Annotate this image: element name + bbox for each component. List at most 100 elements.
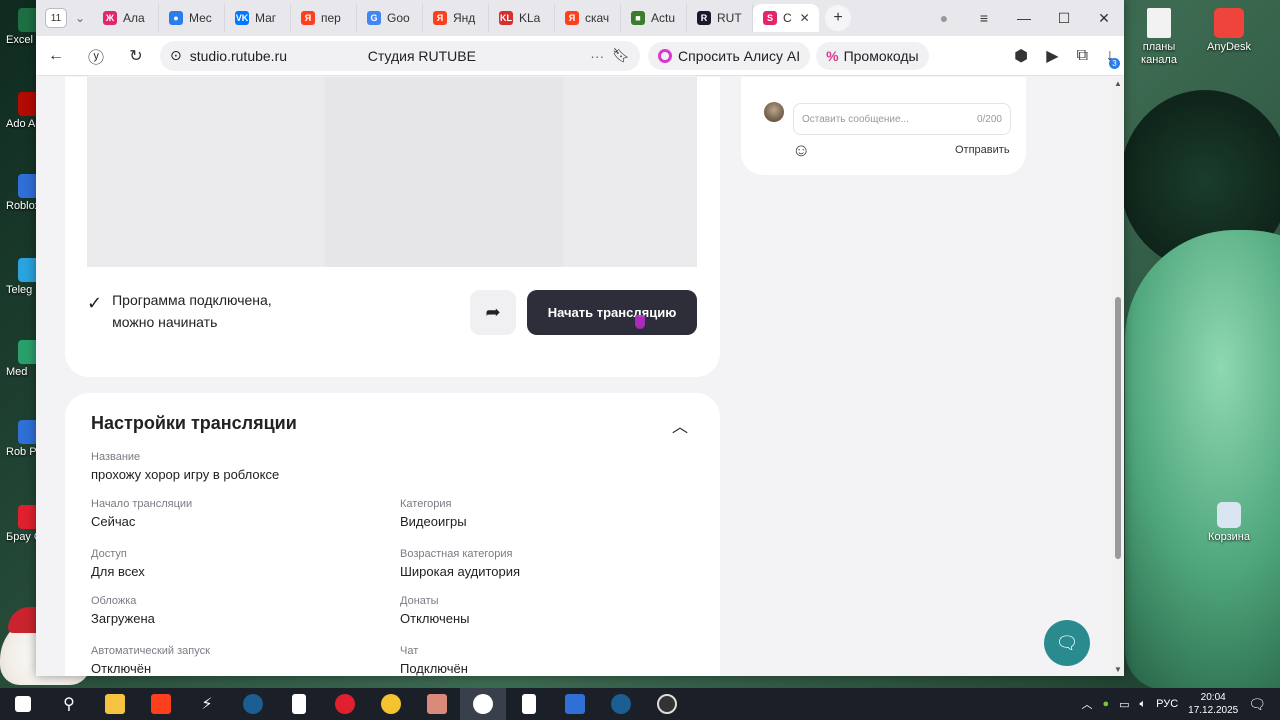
- site-info-icon[interactable]: ⊙: [170, 47, 182, 64]
- promo-button[interactable]: % Промокоды: [816, 41, 929, 70]
- browser-tab[interactable]: R RUT: [687, 4, 753, 32]
- preview-band: [563, 77, 697, 267]
- browser-tab[interactable]: Яскач: [555, 4, 621, 32]
- media-play-icon[interactable]: ▶: [1046, 46, 1058, 66]
- field-donations: Донаты Отключены: [400, 595, 469, 626]
- taskbar-file[interactable]: [276, 688, 322, 720]
- scroll-thumb[interactable]: [1115, 297, 1121, 559]
- chevron-up-icon[interactable]: ︿: [672, 413, 688, 437]
- field-chat: Чат Подключён: [400, 645, 468, 676]
- yandex-icon[interactable]: ⓨ: [76, 44, 116, 68]
- page-scrollbar[interactable]: ▲ ▼: [1112, 77, 1124, 676]
- taskbar-roblox[interactable]: [552, 688, 598, 720]
- field-value: Сейчас: [91, 514, 136, 529]
- bookmark-icon[interactable]: 🔖︎: [612, 47, 630, 64]
- status-line-1: Программа подключена,: [112, 292, 272, 308]
- more-icon[interactable]: ···: [590, 48, 604, 64]
- desktop-icon-recycle-bin[interactable]: Корзина: [1194, 502, 1264, 544]
- taskbar-explorer[interactable]: [92, 688, 138, 720]
- browser-tab[interactable]: ■ Actu: [621, 4, 687, 32]
- new-tab-button[interactable]: +: [825, 5, 851, 31]
- taskbar-obs[interactable]: [644, 688, 690, 720]
- desktop-icon-label: Teleg: [6, 284, 33, 296]
- desktop-icon-telegram[interactable]: Teleg: [6, 258, 36, 296]
- tab-favicon-icon: Я: [301, 11, 315, 25]
- taskbar-notepad[interactable]: [506, 688, 552, 720]
- taskbar-bolt[interactable]: ⚡︎: [184, 688, 230, 720]
- toolbar-right: ⬢ ▶ ⧉ ↓ 3: [1014, 36, 1120, 76]
- chat-message-input[interactable]: Оставить сообщение... 0/200: [793, 103, 1011, 135]
- start-button[interactable]: [0, 688, 46, 720]
- taskbar-image-app[interactable]: [414, 688, 460, 720]
- taskbar-opera[interactable]: [322, 688, 368, 720]
- send-button[interactable]: Отправить: [955, 144, 1010, 156]
- network-icon[interactable]: ▭: [1119, 698, 1129, 711]
- language-indicator[interactable]: РУС: [1156, 698, 1178, 710]
- extension-icon[interactable]: ⬢: [1014, 46, 1028, 66]
- browser-tab[interactable]: G Goo: [357, 4, 423, 32]
- preview-band: [87, 77, 325, 267]
- share-button[interactable]: ➦: [470, 290, 516, 335]
- reload-button[interactable]: ↻: [116, 46, 156, 66]
- taskbar-steam-2[interactable]: [598, 688, 644, 720]
- chat-bubble-icon: 🗨︎: [1055, 632, 1079, 653]
- chat-placeholder: Оставить сообщение...: [802, 113, 909, 125]
- desktop-icon-opera[interactable]: Брау Op: [6, 505, 36, 543]
- tab-favicon-icon: Ж: [103, 11, 117, 25]
- field-label: Категория: [400, 498, 452, 510]
- tab-favicon-icon: VK: [235, 11, 249, 25]
- desktop-icon-roblox[interactable]: Roblox: [6, 174, 36, 212]
- desktop-icon-roblox-player[interactable]: Rob Pla: [6, 420, 36, 458]
- emoji-icon[interactable]: ☺: [792, 140, 810, 161]
- notifications-icon[interactable]: 🗨︎: [1248, 696, 1266, 713]
- close-tab-icon[interactable]: ✕: [800, 11, 810, 25]
- tray-app-icon[interactable]: ●: [1102, 698, 1109, 710]
- tab-count-button[interactable]: 11: [45, 8, 67, 28]
- status-text: Программа подключена, можно начинать: [112, 289, 322, 333]
- close-window-button[interactable]: ✕: [1084, 10, 1124, 27]
- taskbar-yandex-browser[interactable]: [460, 688, 506, 720]
- desktop-icon-acrobat[interactable]: Ado Acro: [6, 92, 36, 130]
- scroll-up-icon[interactable]: ▲: [1114, 79, 1122, 88]
- tray-expand-icon[interactable]: ︿: [1081, 696, 1092, 712]
- studio-page: ✓ Программа подключена, можно начинать ➦…: [36, 77, 1112, 676]
- search-button[interactable]: ⚲: [46, 688, 92, 720]
- scroll-down-icon[interactable]: ▼: [1114, 665, 1122, 674]
- browser-tab[interactable]: Япер: [291, 4, 357, 32]
- desktop-icon-anydesk[interactable]: AnyDesk: [1194, 8, 1264, 54]
- desktop-icon-media[interactable]: Med: [6, 340, 36, 378]
- back-button[interactable]: ←: [36, 47, 76, 65]
- taskbar-steam[interactable]: [230, 688, 276, 720]
- file-icon: [1147, 8, 1171, 38]
- address-bar[interactable]: ⊙ studio.rutube.ru Студия RUTUBE ··· 🔖︎: [160, 40, 640, 71]
- tab-label: Янд: [453, 11, 476, 25]
- menu-button[interactable]: ≡: [964, 10, 1004, 26]
- volume-icon[interactable]: 🔈︎: [1140, 698, 1147, 711]
- chevron-down-icon[interactable]: ⌄: [67, 11, 93, 25]
- browser-tab[interactable]: VK Маг: [225, 4, 291, 32]
- desktop-icon-excel[interactable]: Excel: [6, 8, 36, 46]
- profile-icon[interactable]: ●: [924, 10, 964, 26]
- ask-alisa-label: Спросить Алису AI: [678, 47, 801, 64]
- ask-alisa-button[interactable]: Спросить Алису AI: [648, 41, 811, 70]
- downloads-button[interactable]: ↓ 3: [1106, 47, 1120, 69]
- desktop-icon-label: планы канала: [1141, 41, 1177, 66]
- collections-icon[interactable]: ⧉: [1077, 47, 1088, 65]
- maximize-button[interactable]: ☐: [1044, 10, 1084, 27]
- clock[interactable]: 20:04 17.12.2025: [1188, 691, 1238, 717]
- tab-favicon-icon: S: [763, 11, 777, 25]
- taskbar-yandex[interactable]: [138, 688, 184, 720]
- minimize-button[interactable]: —: [1004, 10, 1044, 26]
- taskbar-emoji-app[interactable]: [368, 688, 414, 720]
- desktop-icon-plans-file[interactable]: планы канала: [1124, 8, 1194, 67]
- browser-tab[interactable]: KL KLa: [489, 4, 555, 32]
- browser-tab[interactable]: Я Янд: [423, 4, 489, 32]
- field-value: Для всех: [91, 564, 145, 579]
- field-start: Начало трансляции Сейчас: [91, 498, 192, 529]
- browser-tab[interactable]: Ж Ала: [93, 4, 159, 32]
- browser-tab[interactable]: ● Мес: [159, 4, 225, 32]
- browser-tab[interactable]: S С ✕: [753, 4, 819, 32]
- start-stream-button[interactable]: Начать трансляцию: [527, 290, 697, 335]
- help-chat-button[interactable]: 🗨︎: [1044, 620, 1090, 666]
- desktop-icon-label: Rob Pla: [6, 446, 36, 458]
